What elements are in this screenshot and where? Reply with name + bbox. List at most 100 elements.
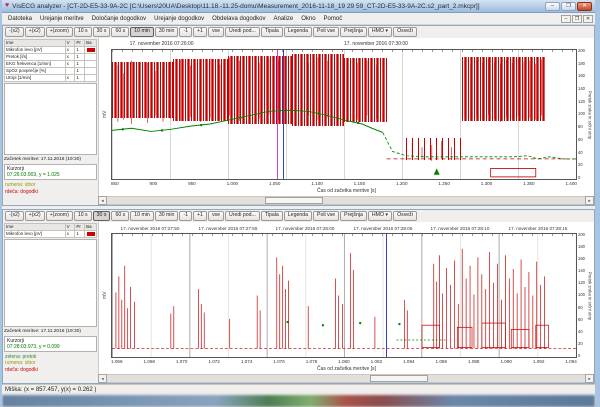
col-header-name: Ime [5,40,66,47]
scroll-left-icon[interactable]: ◂ [98,374,107,383]
menu-item[interactable]: Določanje dogodkov [88,15,150,23]
toolbar-button[interactable]: Legenda [284,211,312,221]
toolbar-button[interactable]: -(x2) [5,27,24,37]
signal-plot-bottom[interactable] [111,233,577,358]
toolbar-button[interactable]: HMO ▾ [368,211,392,221]
toolbar-button[interactable]: Tipala [261,211,283,221]
menu-item[interactable]: Urejanje meritve [36,15,88,23]
menu-item[interactable]: Pomoč [320,15,347,23]
sensor-plot-checkbox[interactable]: 1 [75,61,85,68]
horizontal-scrollbar-top[interactable]: ◂ ▸ [98,196,594,205]
minimize-icon[interactable]: – [545,2,560,11]
toolbar-button[interactable]: HMO ▾ [368,27,392,37]
horizontal-scrollbar-bottom[interactable]: ◂ ▸ [98,374,594,383]
sensor-visible-checkbox[interactable]: x [65,54,75,61]
toolbar-button[interactable]: +(zoom) [46,211,73,221]
toolbar-button[interactable]: -(x2) [5,211,24,221]
menu-item[interactable]: Datoteka [4,15,36,23]
mouse-position-readout: Miška: (x = 857.457, y(x) = 0.262 ) [5,387,96,393]
menu-item[interactable]: Okno [297,15,319,23]
mdi-minimize-icon[interactable]: – [561,15,571,23]
toolbar-button[interactable]: 60 s [111,211,129,221]
menu-item[interactable]: Obdelava dogodkov [208,15,269,23]
sensor-plot-checkbox[interactable]: 1 [75,68,85,75]
toolbar-button[interactable]: -1 [179,27,192,37]
toolbar-button[interactable]: 10 min [130,211,154,221]
toolbar-button[interactable]: Uredi pod... [225,211,260,221]
sensor-plot-checkbox[interactable]: 1 [75,231,85,238]
sensor-plot-checkbox[interactable]: 1 [75,47,85,54]
x-tick-label: 1.100 [311,180,323,188]
scroll-right-icon[interactable]: ▸ [585,374,594,383]
toolbar-button[interactable]: 30 min [155,211,179,221]
mdi-close-icon[interactable]: ✕ [583,15,593,23]
sensor-visible-checkbox[interactable]: x [65,75,75,82]
sensor-row[interactable]: Mikrofon levo [pV] x 1 [5,231,97,238]
toolbar-button[interactable]: Tipala [261,27,283,37]
sidebar-bottom: Ime V Pr Ba Mikrofon levo [pV] x 1 [3,222,98,374]
sensor-row[interactable]: SpO2 povprečje [%] 1 [5,68,97,75]
toolbar-button[interactable]: Prejšnja [340,211,367,221]
toolbar-button[interactable]: 10 min [130,27,154,37]
event-list-box[interactable] [4,239,97,327]
toolbar-button[interactable]: +1 [193,211,207,221]
toolbar-button[interactable]: vse [208,27,224,37]
toolbar-button[interactable]: +(zoom) [46,27,73,37]
toolbar-button[interactable]: +(x2) [25,211,45,221]
scrollbar-thumb[interactable] [265,197,323,204]
toolbar-button[interactable]: 10 s [74,211,92,221]
toolbar-button[interactable]: Poli vse [313,27,339,37]
toolbar-button[interactable]: +1 [193,27,207,37]
toolbar-button[interactable]: -1 [179,211,192,221]
toolbar-button[interactable]: 30 s [93,211,111,221]
desktop-strip [2,395,595,407]
scroll-left-icon[interactable]: ◂ [98,196,107,205]
sensor-visible-checkbox[interactable]: x [65,231,75,238]
sensor-row[interactable]: Utripi [1/min] x 1 [5,75,97,82]
x-tick-label: 1.092 [533,358,545,366]
sensor-visible-checkbox[interactable] [65,68,75,75]
sensor-color-cell[interactable] [85,61,97,68]
toolbar-button[interactable]: Legenda [284,27,312,37]
signal-overlay [112,50,576,179]
sensor-plot-checkbox[interactable]: 1 [75,54,85,61]
scrollbar-track[interactable] [107,196,585,205]
time-cursor-blue[interactable] [283,50,284,179]
selection-cursor-magenta[interactable] [277,50,278,179]
signal-plot-top[interactable] [111,49,577,180]
sensor-row[interactable]: Pretok [l/s] x 1 [5,54,97,61]
event-list-box[interactable] [4,83,97,155]
toolbar-button[interactable]: Poli vse [313,211,339,221]
sensor-plot-checkbox[interactable]: 1 [75,75,85,82]
toolbar-button[interactable]: Osveži [393,211,417,221]
close-icon[interactable]: ✕ [577,2,592,11]
menu-item[interactable]: Analize [270,15,298,23]
sensor-color-cell[interactable] [85,231,97,238]
menu-item[interactable]: Urejanje dogodkov [150,15,208,23]
x-tick-label: 1.078 [306,358,318,366]
sensor-color-cell[interactable] [85,75,97,82]
scrollbar-track[interactable] [107,374,585,383]
scroll-right-icon[interactable]: ▸ [585,196,594,205]
toolbar-button[interactable]: +(x2) [25,27,45,37]
toolbar-button[interactable]: Uredi pod... [225,27,260,37]
time-header: 17. november 2016 07:28:05 [353,226,412,232]
toolbar-button[interactable]: Osveži [393,27,417,37]
time-cursor-blue[interactable] [386,234,387,357]
maximize-icon[interactable]: ❐ [561,2,576,11]
toolbar-button[interactable]: Prejšnja [340,27,367,37]
scrollbar-thumb[interactable] [370,375,428,382]
toolbar-button[interactable]: vse [208,211,224,221]
sensor-color-cell[interactable] [85,47,97,54]
sensor-row[interactable]: Mikrofon levo [pV] x 1 [5,47,97,54]
toolbar-button[interactable]: 30 s [93,27,111,37]
mdi-restore-icon[interactable]: ❐ [572,15,582,23]
toolbar-button[interactable]: 30 min [155,27,179,37]
sensor-color-cell[interactable] [85,68,97,75]
toolbar-button[interactable]: 10 s [74,27,92,37]
sensor-color-cell[interactable] [85,54,97,61]
sensor-visible-checkbox[interactable]: x [65,47,75,54]
toolbar-button[interactable]: 60 s [111,27,129,37]
sensor-row[interactable]: EKG frekvenca [1/min] x 1 [5,61,97,68]
sensor-visible-checkbox[interactable]: x [65,61,75,68]
